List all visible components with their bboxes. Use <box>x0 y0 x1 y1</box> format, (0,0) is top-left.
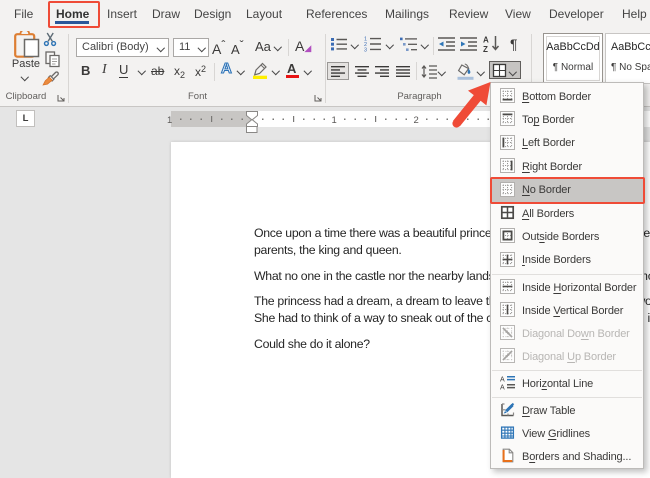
svg-text:2: 2 <box>414 115 419 126</box>
svg-text:1: 1 <box>332 115 337 126</box>
svg-text:3: 3 <box>364 47 367 52</box>
svg-text:A: A <box>500 385 505 391</box>
svg-text:A: A <box>483 36 489 45</box>
svg-text:A: A <box>500 377 505 384</box>
svg-text:1: 1 <box>167 115 172 126</box>
svg-text:Z: Z <box>483 45 488 53</box>
